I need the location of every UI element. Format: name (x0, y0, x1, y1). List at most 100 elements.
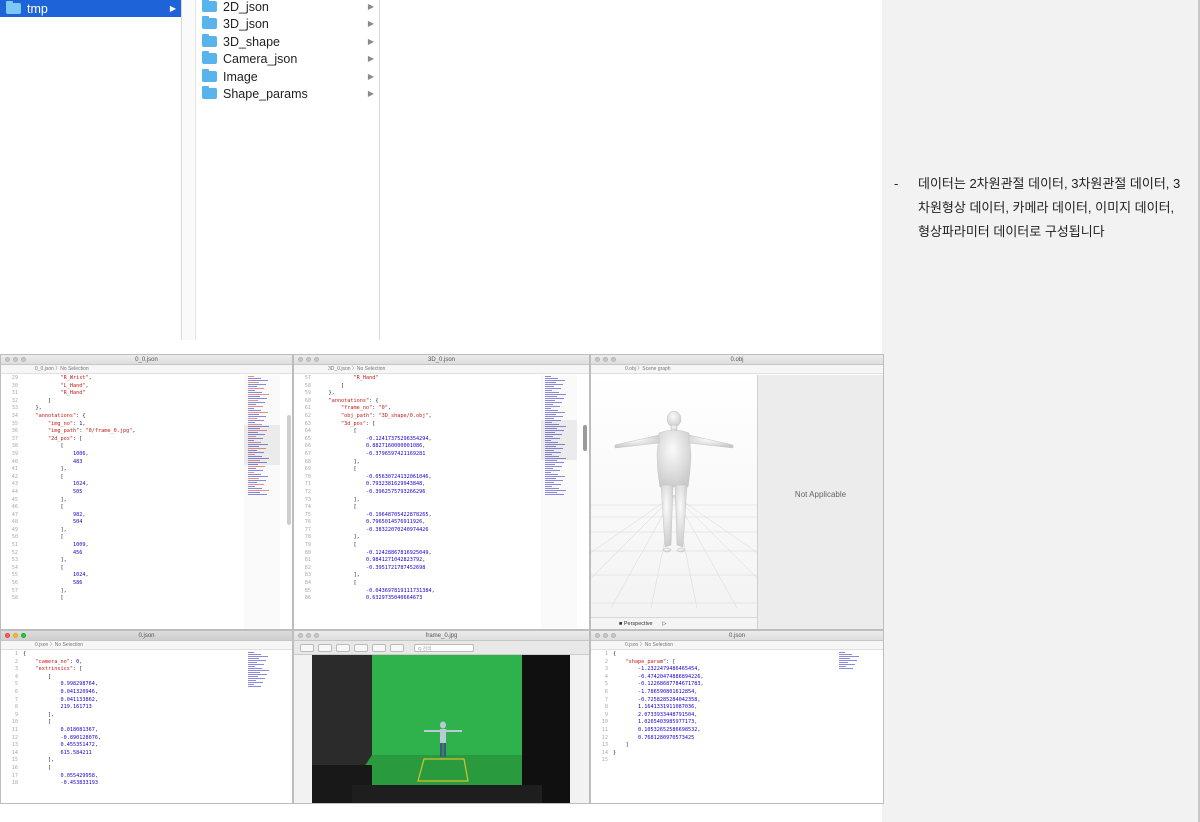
jump-bar[interactable]: 0.json 〉No Selection (1, 641, 292, 650)
search-field[interactable]: Q 검색 (414, 643, 474, 652)
markup-button[interactable] (372, 643, 386, 652)
minimap-line (248, 392, 262, 393)
code-line: -0.38322070240974426 (365, 526, 429, 533)
line-number: 67 (304, 450, 311, 457)
close-button[interactable] (298, 633, 303, 638)
line-number: 47 (11, 511, 18, 518)
folder-label: tmp (27, 1, 48, 16)
close-button[interactable] (5, 633, 10, 638)
minimap-line (839, 662, 848, 663)
minimap-line (545, 406, 560, 407)
minimap-viewport[interactable] (244, 425, 280, 465)
line-number: 83 (304, 572, 311, 579)
code-line: -0.7258285284042358, (638, 696, 701, 703)
code-line: ], (316, 534, 360, 541)
play-icon[interactable]: ▷ (662, 621, 666, 627)
folder-item-3d-json[interactable]: 3D_json ▶ (196, 15, 379, 32)
folder-item-shape-params[interactable]: Shape_params ▶ (196, 85, 379, 102)
minimize-button[interactable] (603, 633, 608, 638)
zoom-in-button[interactable] (336, 643, 350, 652)
minimap-line (248, 672, 260, 673)
line-number: 11 (11, 726, 18, 733)
minimap-line (248, 674, 267, 675)
line-number: 16 (11, 764, 18, 771)
close-button[interactable] (595, 633, 600, 638)
close-button[interactable] (5, 357, 10, 362)
line-number: 39 (11, 450, 18, 457)
close-button[interactable] (298, 357, 303, 362)
line-number: 14 (601, 749, 608, 756)
jump-bar[interactable]: 0.obj 〉Scene graph (591, 365, 883, 374)
minimap[interactable] (244, 375, 280, 629)
close-button[interactable] (595, 357, 600, 362)
minimap-line (248, 686, 261, 687)
column-divider[interactable] (182, 0, 196, 340)
code-area[interactable]: 29 30 31 32 33 34 35 36 37 38 39 40 41 42 43 44 45 46 47 48… (1, 375, 252, 629)
line-number: 34 (11, 412, 18, 419)
camera-mode-label[interactable]: Perspective (624, 621, 653, 627)
folder-item-2d-json[interactable]: 2D_json ▶ (196, 0, 379, 15)
zoom-button[interactable] (21, 357, 26, 362)
folder-item-image[interactable]: Image ▶ (196, 68, 379, 85)
zoom-button[interactable] (314, 357, 319, 362)
scrollbar[interactable] (583, 425, 587, 451)
folder-item-camera-json[interactable]: Camera_json ▶ (196, 50, 379, 67)
minimize-button[interactable] (13, 357, 18, 362)
share-button[interactable] (354, 643, 368, 652)
minimap[interactable] (244, 651, 280, 803)
code-area[interactable]: 1 2 3 4 5 6 7 8 9 10 11 12 13 14 15 { "shape_param": [… (591, 651, 833, 803)
line-number: 18 (11, 780, 18, 787)
code-line: -0.05630724132061046, (365, 473, 432, 480)
line-number: 54 (11, 564, 18, 571)
folder-item-3d-shape[interactable]: 3D_shape ▶ (196, 33, 379, 50)
minimap-line (545, 486, 552, 487)
body-mesh (614, 410, 734, 553)
rotate-button[interactable] (390, 643, 404, 652)
sidebar-toggle-button[interactable] (300, 643, 314, 652)
jump-bar[interactable]: 0_0.json 〉No Selection (1, 365, 292, 374)
chevron-right-icon: ▶ (367, 72, 375, 81)
line-number: 56 (11, 580, 18, 587)
minimap-line (248, 678, 265, 679)
line-number: 14 (11, 749, 18, 756)
line-number: 68 (304, 458, 311, 465)
minimap-line (248, 670, 269, 671)
minimize-button[interactable] (603, 357, 608, 362)
zoom-button[interactable] (314, 633, 319, 638)
line-number: 12 (601, 734, 608, 741)
code-line: 483 (72, 458, 83, 465)
minimap-line (248, 492, 260, 493)
jump-bar[interactable]: 3D_0.json 〉No Selection (294, 365, 589, 374)
zoom-button[interactable] (21, 633, 26, 638)
code-line: 615.584211 (60, 749, 92, 756)
minimap-line (545, 492, 557, 493)
minimap-line (545, 384, 563, 385)
minimize-button[interactable] (306, 357, 311, 362)
minimap[interactable] (541, 375, 577, 629)
line-number: 7 (14, 696, 18, 703)
minimap-line (248, 682, 263, 683)
line-number: 65 (304, 435, 311, 442)
line-number: 1 (14, 651, 18, 657)
line-number: 1 (604, 651, 608, 657)
code-area[interactable]: 57 58 59 60 61 62 63 64 65 66 67 68 69 70 71 72 73 74 75 76… (294, 375, 545, 629)
minimap-line (545, 396, 557, 397)
line-number: 76 (304, 519, 311, 526)
minimize-button[interactable] (13, 633, 18, 638)
scrollbar[interactable] (287, 415, 291, 525)
zoom-button[interactable] (611, 357, 616, 362)
zoom-out-button[interactable] (318, 643, 332, 652)
minimap-viewport[interactable] (541, 420, 577, 460)
folder-item-tmp[interactable]: tmp ▶ (0, 0, 181, 17)
line-number: 13 (601, 742, 608, 749)
scene-viewport[interactable] (591, 375, 757, 617)
line-number: 15 (601, 757, 608, 764)
line-number: 8 (604, 704, 608, 711)
line-number: 58 (11, 595, 18, 602)
zoom-button[interactable] (611, 633, 616, 638)
minimize-button[interactable] (306, 633, 311, 638)
line-number: 11 (601, 726, 608, 733)
minimap[interactable] (835, 651, 871, 803)
jump-bar[interactable]: 0.json 〉No Selection (591, 641, 883, 650)
code-area[interactable]: 1 2 3 4 5 6 7 8 9 10 11 12 13 14 15 16 17 18 { "camera_no… (1, 651, 242, 803)
